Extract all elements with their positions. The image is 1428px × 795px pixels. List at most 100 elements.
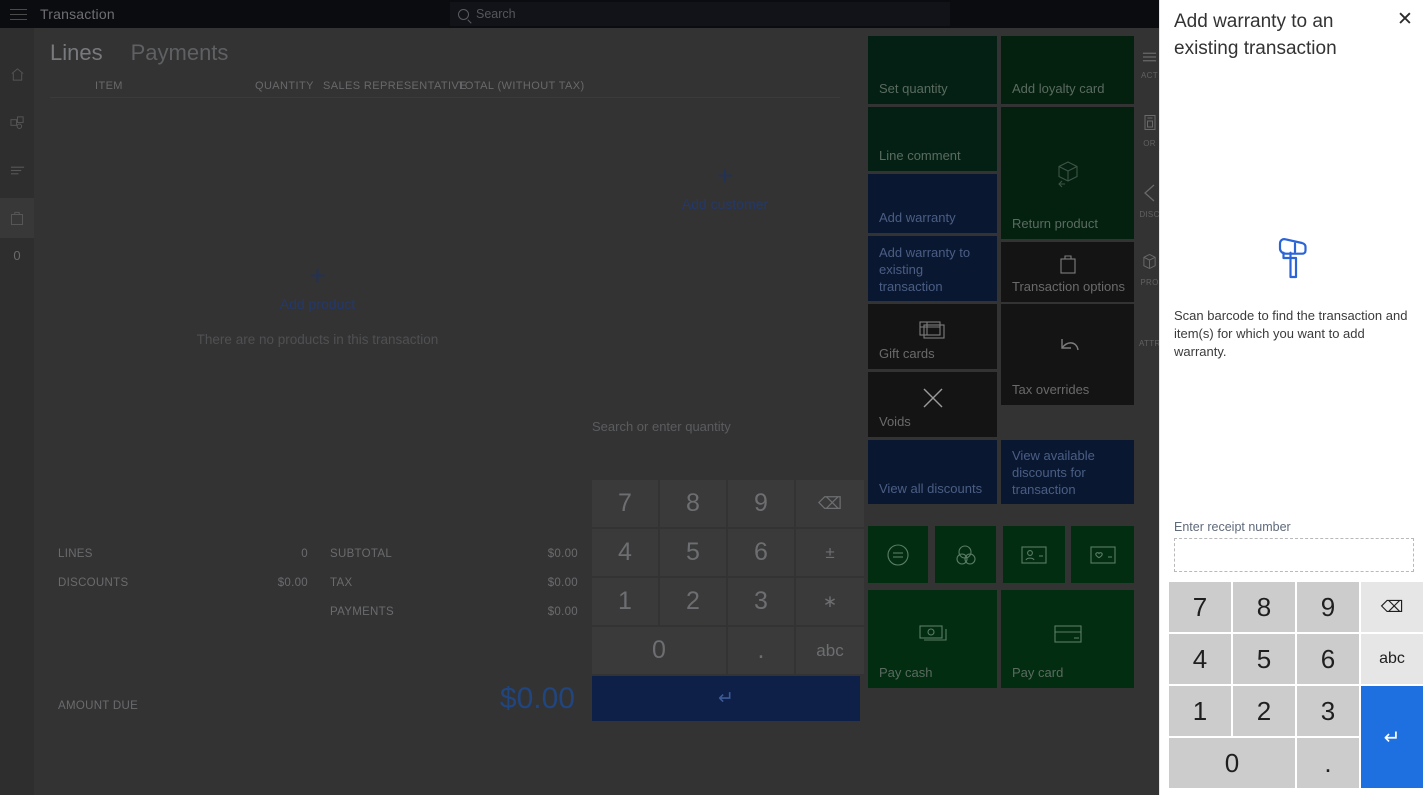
keypad-6[interactable]: 6	[1297, 634, 1359, 684]
bg-key-2[interactable]: 2	[660, 578, 726, 625]
right-rail-attributes[interactable]: ATTR	[1139, 339, 1160, 348]
keypad-8[interactable]: 8	[1233, 582, 1295, 632]
tile-tax-overrides[interactable]: Tax overrides	[1001, 304, 1134, 405]
list-icon[interactable]	[0, 150, 34, 190]
tab-payments[interactable]: Payments	[131, 40, 229, 66]
keypad-enter-button[interactable]: ↵	[1361, 686, 1423, 788]
tile-gift-cards[interactable]: Gift cards	[868, 304, 997, 369]
tile-return-product[interactable]: Return product	[1001, 107, 1134, 239]
right-rail-products[interactable]: PRO	[1139, 253, 1160, 287]
add-customer-button[interactable]: Add customer	[620, 196, 830, 212]
close-icon[interactable]: ✕	[1390, 4, 1420, 34]
right-rail-orders[interactable]: OR	[1139, 114, 1160, 148]
gift-card-icon	[868, 320, 997, 342]
bg-key-5[interactable]: 5	[660, 529, 726, 576]
tax-value: $0.00	[547, 577, 578, 589]
tile-add-warranty[interactable]: Add warranty	[868, 174, 997, 233]
tile-equals[interactable]	[868, 526, 928, 583]
keypad-3[interactable]: 3	[1297, 686, 1359, 736]
keypad-1[interactable]: 1	[1169, 686, 1231, 736]
add-warranty-dialog: Add warranty to an existing transaction …	[1160, 0, 1428, 795]
tile-transaction-options[interactable]: Transaction options	[1001, 242, 1134, 302]
cart-count: 0	[13, 247, 21, 263]
tile-label: Gift cards	[879, 346, 935, 361]
bg-key-4[interactable]: 4	[592, 529, 658, 576]
tile-label: Tax overrides	[1012, 382, 1090, 397]
bg-backspace-icon[interactable]: ⌫	[796, 480, 864, 527]
column-sales-rep: SALES REPRESENTATIVE	[323, 80, 467, 92]
keypad-4[interactable]: 4	[1169, 634, 1231, 684]
tile-coins[interactable]	[935, 526, 996, 583]
keypad-backspace-icon[interactable]: ⌫	[1361, 582, 1423, 632]
left-navigation-rail: 0	[0, 28, 34, 795]
add-product-button[interactable]: Add product	[160, 296, 475, 312]
tile-pay-card[interactable]: Pay card	[1001, 590, 1134, 688]
tile-add-warranty-existing-transaction[interactable]: Add warranty to existing transaction	[868, 236, 997, 301]
numpad-hint: Search or enter quantity	[592, 419, 731, 434]
empty-lines-area: + Add product There are no products in t…	[160, 262, 475, 348]
tile-add-loyalty-card[interactable]: Add loyalty card	[1001, 36, 1134, 104]
equals-icon	[868, 542, 928, 568]
bg-key-1[interactable]: 1	[592, 578, 658, 625]
scan-prompt: Scan barcode to find the transaction and…	[1160, 232, 1428, 361]
keypad-2[interactable]: 2	[1233, 686, 1295, 736]
bg-key-abc[interactable]: abc	[796, 627, 864, 674]
right-rail-actions[interactable]: ACT	[1139, 50, 1160, 80]
tile-label: Pay cash	[879, 665, 933, 680]
keypad-abc[interactable]: abc	[1361, 634, 1423, 684]
home-icon[interactable]	[0, 54, 34, 94]
keypad-5[interactable]: 5	[1233, 634, 1295, 684]
x-icon	[868, 385, 997, 411]
column-total: TOTAL (WITHOUT TAX)	[458, 80, 585, 92]
tab-lines[interactable]: Lines	[50, 40, 103, 66]
right-rail-label: OR	[1143, 139, 1156, 148]
cart-icon[interactable]	[0, 198, 34, 238]
card-icon	[1001, 622, 1134, 644]
bg-key-3[interactable]: 3	[728, 578, 794, 625]
tax-label: TAX	[330, 577, 353, 589]
receipt-number-field[interactable]	[1174, 538, 1414, 572]
products-icon[interactable]	[0, 102, 34, 142]
keypad-0[interactable]: 0	[1169, 738, 1295, 788]
bg-key-dot[interactable]: .	[728, 627, 794, 674]
tile-voids[interactable]: Voids	[868, 372, 997, 437]
right-rail-label: DISC	[1139, 210, 1160, 219]
discounts-value: $0.00	[277, 577, 308, 589]
tile-id-card[interactable]	[1003, 526, 1065, 583]
bg-key-0[interactable]: 0	[592, 627, 726, 674]
tile-label: Line comment	[879, 148, 961, 163]
cash-icon	[868, 622, 997, 644]
bg-key-8[interactable]: 8	[660, 480, 726, 527]
lines-value: 0	[301, 548, 308, 560]
bg-key-asterisk[interactable]: ∗	[796, 578, 864, 625]
receipt-number-input[interactable]	[1175, 539, 1413, 571]
tile-label: Add warranty	[879, 210, 956, 225]
right-rail-discounts[interactable]: DISC	[1139, 184, 1160, 219]
action-tiles: Set quantity Add loyalty card Line comme…	[868, 36, 1138, 736]
menu-icon[interactable]	[0, 0, 36, 28]
tile-view-available-discounts[interactable]: View available discounts for transaction	[1001, 440, 1134, 504]
return-box-icon	[1001, 157, 1134, 189]
bg-enter-button[interactable]: ↵	[592, 676, 860, 721]
scan-message: Scan barcode to find the transaction and…	[1174, 308, 1408, 359]
tile-pay-cash[interactable]: Pay cash	[868, 590, 997, 688]
tile-line-comment[interactable]: Line comment	[868, 107, 997, 171]
dialog-header: Add warranty to an existing transaction …	[1160, 0, 1428, 62]
keypad-7[interactable]: 7	[1169, 582, 1231, 632]
bg-key-6[interactable]: 6	[728, 529, 794, 576]
tile-set-quantity[interactable]: Set quantity	[868, 36, 997, 104]
search-placeholder: Search	[476, 7, 516, 21]
bg-key-plusminus[interactable]: ±	[796, 529, 864, 576]
tile-label: Add warranty to existing transaction	[879, 245, 971, 294]
app-title: Transaction	[40, 6, 115, 22]
right-navigation-rail: ACT OR DISC PRO ATTR	[1139, 28, 1160, 795]
tile-view-all-discounts[interactable]: View all discounts	[868, 440, 997, 504]
add-customer-plus-icon: +	[716, 160, 734, 191]
search-bar[interactable]: Search	[450, 2, 950, 26]
bg-key-7[interactable]: 7	[592, 480, 658, 527]
bg-key-9[interactable]: 9	[728, 480, 794, 527]
barcode-scanner-icon	[1268, 238, 1320, 284]
keypad-9[interactable]: 9	[1297, 582, 1359, 632]
keypad-dot[interactable]: .	[1297, 738, 1359, 788]
tile-loyalty-card[interactable]	[1071, 526, 1134, 583]
